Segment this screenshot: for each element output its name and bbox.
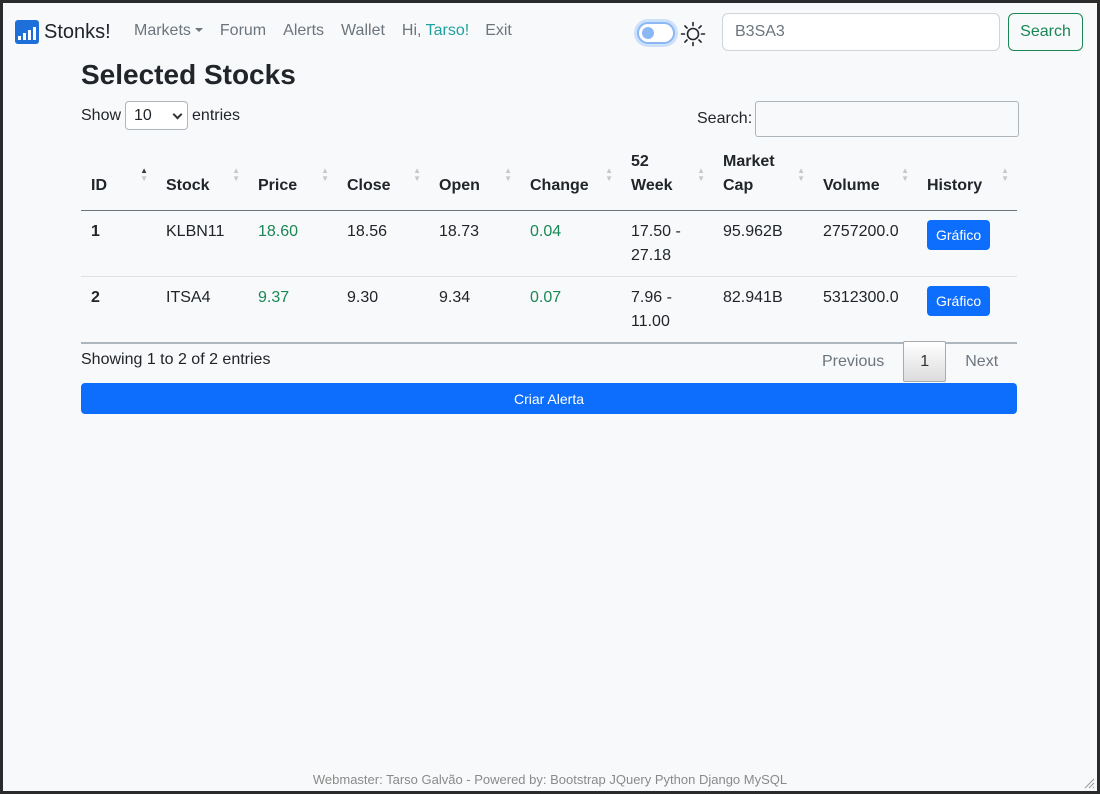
resize-grip-icon[interactable] [1083,777,1095,789]
sort-icon: ▲ ▼ [232,166,240,183]
brand-name: Stonks! [44,20,111,43]
user-greeting: Hi, Tarso! [401,22,470,39]
stock-search-input[interactable] [722,13,1000,51]
sort-icon: ▲ ▼ [697,166,705,183]
sort-icon: ▲ ▼ [413,166,421,183]
length-control: Show 10 entries [81,101,240,130]
sort-icon: ▲ ▼ [901,166,909,183]
theme-toggle[interactable] [637,22,675,44]
cell-52week: 17.50 - 27.18 [621,210,713,277]
cell-open: 18.73 [429,210,520,277]
table-info: Showing 1 to 2 of 2 entries [81,351,271,368]
cell-volume: 5312300.0 [813,276,917,344]
entries-select[interactable]: 10 [125,101,189,130]
col-history[interactable]: History ▲ ▼ [917,143,1017,211]
cell-history: Gráfico [917,210,1017,277]
nav-wallet[interactable]: Wallet [341,22,385,40]
filter-label: Search: [697,110,753,127]
browser-viewport: Stonks! Markets Forum Alerts Wallet Hi, … [3,3,1097,791]
sort-icon: ▲ ▼ [1001,166,1009,183]
cell-open: 9.34 [429,276,520,344]
stocks-table: ID ▲ ▼ Stock ▲ ▼ Price ▲ ▼ Close ▲ ▼ Open ▲ ▼ Chan… [81,143,1017,344]
table-row: 2 ITSA4 9.37 9.30 9.34 0.07 7.96 - 11.00… [81,276,1017,344]
next-page-button[interactable]: Next [946,353,1017,371]
nav-menu: Markets Forum Alerts Wallet Hi, Tarso! E… [134,22,529,40]
cell-change: 0.04 [520,210,621,277]
chart-button[interactable]: Gráfico [927,286,991,316]
col-change[interactable]: Change ▲ ▼ [520,143,621,211]
table-filter: Search: [697,101,1020,137]
cell-history: Gráfico [917,276,1017,344]
create-alert-button[interactable]: Criar Alerta [81,383,1017,414]
previous-page-button[interactable]: Previous [803,353,903,371]
toggle-knob [642,27,654,39]
col-close[interactable]: Close ▲ ▼ [337,143,429,211]
sort-icon: ▲ ▼ [140,166,148,183]
sort-icon: ▲ ▼ [321,166,329,183]
col-market-cap[interactable]: Market Cap ▲ ▼ [713,143,813,211]
page-title: Selected Stocks [81,59,296,90]
col-52week[interactable]: 52 Week ▲ ▼ [621,143,713,211]
col-open[interactable]: Open ▲ ▼ [429,143,520,211]
table-filter-input[interactable] [755,101,1020,137]
nav-exit[interactable]: Exit [485,22,512,40]
cell-close: 9.30 [337,276,429,344]
cell-volume: 2757200.0 [813,210,917,277]
cell-change: 0.07 [520,276,621,344]
pagination: Previous 1 Next [803,341,1017,382]
cell-close: 18.56 [337,210,429,277]
sun-icon [680,21,706,47]
cell-52week: 7.96 - 11.00 [621,276,713,344]
cell-stock: ITSA4 [156,276,248,344]
table-header-row: ID ▲ ▼ Stock ▲ ▼ Price ▲ ▼ Close ▲ ▼ Open ▲ ▼ Chan… [81,143,1017,211]
search-button[interactable]: Search [1008,13,1083,51]
table-row: 1 KLBN11 18.60 18.56 18.73 0.04 17.50 - … [81,210,1017,277]
user-name-link[interactable]: Tarso [426,22,465,39]
cell-id: 2 [81,276,156,344]
caret-down-icon [194,28,203,32]
nav-forum[interactable]: Forum [220,22,266,40]
chart-button[interactable]: Gráfico [927,220,991,250]
nav-markets-dropdown[interactable]: Markets [134,22,203,40]
footer: Webmaster: Tarso Galvão - Powered by: Bo… [312,772,788,787]
chevron-down-icon [172,109,183,120]
col-volume[interactable]: Volume ▲ ▼ [813,143,917,211]
col-id[interactable]: ID ▲ ▼ [81,143,156,211]
bar-chart-icon [15,20,39,44]
cell-stock: KLBN11 [156,210,248,277]
cell-market-cap: 95.962B [713,210,813,277]
cell-price: 9.37 [248,276,337,344]
cell-price: 18.60 [248,210,337,277]
sort-icon: ▲ ▼ [797,166,805,183]
cell-id: 1 [81,210,156,277]
sort-icon: ▲ ▼ [605,166,613,183]
brand-link[interactable]: Stonks! [15,20,111,44]
col-price[interactable]: Price ▲ ▼ [248,143,337,211]
sort-icon: ▲ ▼ [504,166,512,183]
navbar: Stonks! Markets Forum Alerts Wallet Hi, … [3,3,1097,61]
nav-alerts[interactable]: Alerts [283,22,324,40]
cell-market-cap: 82.941B [713,276,813,344]
page-1-button[interactable]: 1 [903,341,947,382]
col-stock[interactable]: Stock ▲ ▼ [156,143,248,211]
